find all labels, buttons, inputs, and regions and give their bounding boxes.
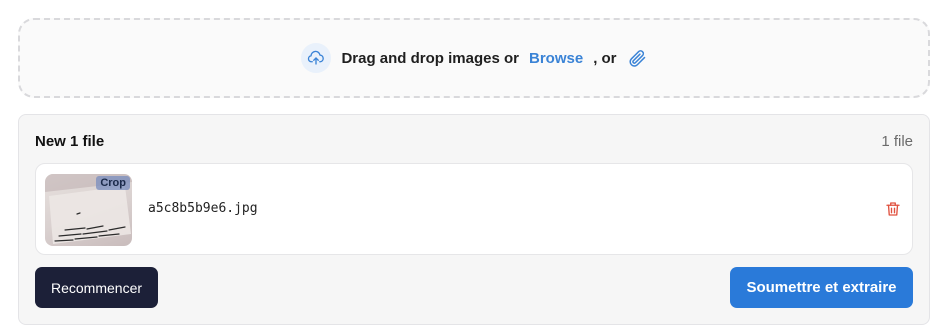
submit-extract-button[interactable]: Soumettre et extraire — [730, 267, 913, 308]
file-count: 1 file — [881, 133, 913, 150]
file-thumbnail[interactable]: Crop — [45, 174, 132, 246]
crop-badge[interactable]: Crop — [96, 176, 130, 190]
browse-link[interactable]: Browse — [529, 50, 583, 67]
list-item: Crop a5c8b5b9e6.jpg — [35, 163, 913, 255]
file-name: a5c8b5b9e6.jpg — [148, 201, 258, 216]
paperclip-icon[interactable] — [627, 48, 647, 68]
trash-icon[interactable] — [884, 200, 902, 223]
restart-button[interactable]: Recommencer — [35, 267, 158, 308]
panel-title: New 1 file — [35, 133, 105, 150]
dropzone-or-text: , or — [593, 49, 617, 67]
upload-dropzone[interactable]: Drag and drop images or Browse , or — [18, 18, 930, 98]
dropzone-text: Drag and drop images or — [341, 49, 519, 67]
cloud-upload-icon — [301, 43, 332, 73]
dropzone-content: Drag and drop images or Browse , or — [301, 43, 646, 73]
file-list-panel: New 1 file 1 file Crop a5c8b5b9e6.jpg Re… — [18, 114, 930, 325]
